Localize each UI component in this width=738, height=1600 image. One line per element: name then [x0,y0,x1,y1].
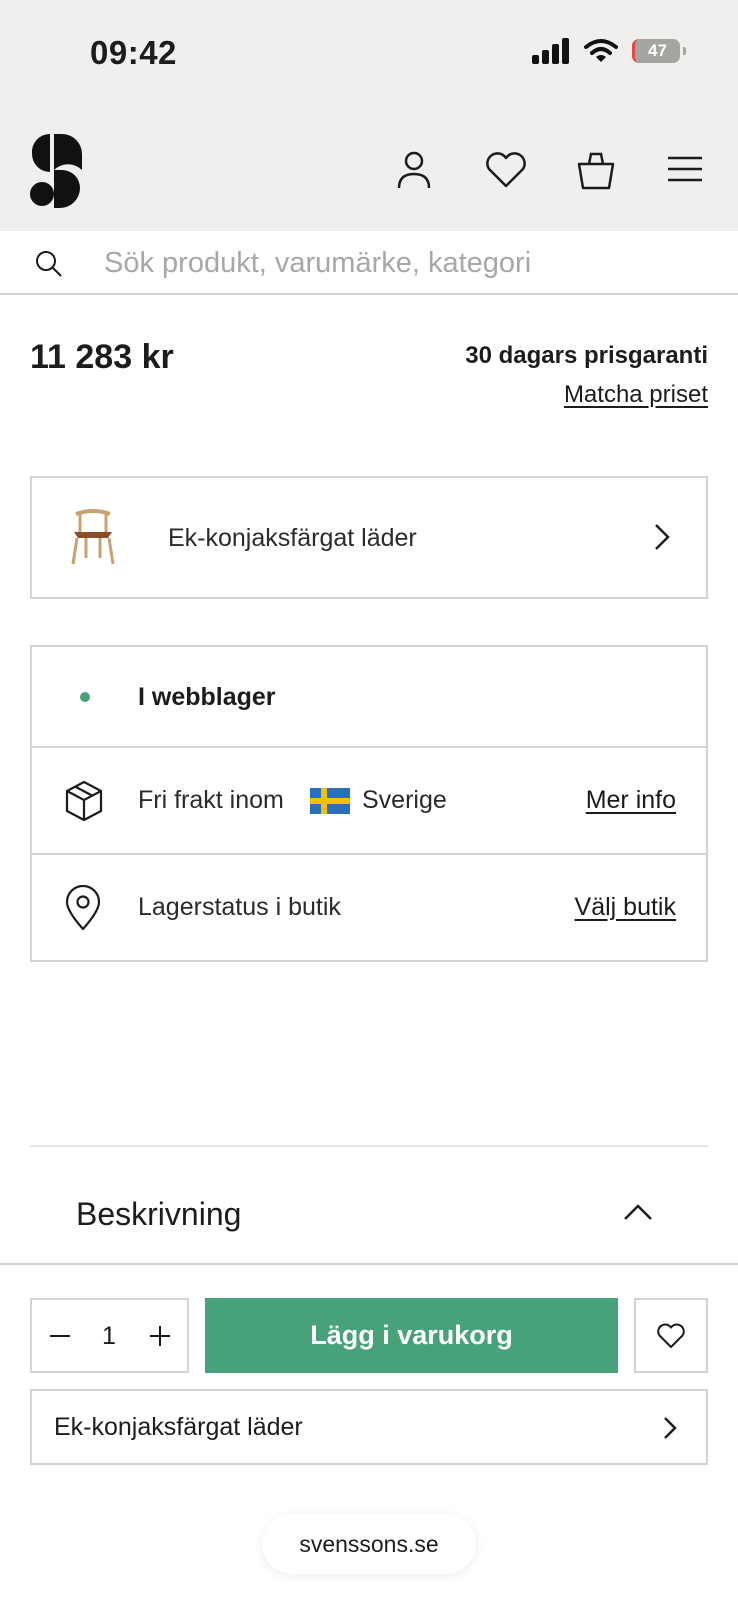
chevron-right-icon [655,524,670,550]
search-input[interactable] [104,243,704,283]
status-icons: 47 [532,38,686,64]
status-time: 09:42 [90,34,177,71]
divider [30,1145,708,1147]
quantity-stepper: 1 [30,1298,189,1373]
variant-label: Ek-konjaksfärgat läder [168,524,417,552]
chair-thumbnail [71,509,115,565]
choose-store-link[interactable]: Välj butik [575,893,676,922]
location-pin-icon [65,885,101,931]
sweden-flag-icon [310,788,350,814]
bag-icon[interactable] [576,150,616,190]
search-bar [0,231,738,295]
battery-level: 47 [648,41,667,60]
favorite-button[interactable] [634,1298,708,1373]
package-icon [65,780,103,822]
stock-status-dot [80,692,90,702]
more-info-link[interactable]: Mer info [586,786,676,815]
store-stock-text: Lagerstatus i butik [138,893,341,921]
site-header [0,110,738,231]
heart-icon [657,1323,685,1348]
stock-status: I webblager [138,683,276,711]
quantity-value[interactable]: 1 [92,1322,126,1351]
price-guarantee: 30 dagars prisgaranti [465,342,708,369]
signal-icon [532,38,569,64]
menu-icon[interactable] [666,150,704,190]
logo-icon[interactable] [28,132,84,208]
chevron-right-icon [664,1417,677,1439]
variant-selector-bottom[interactable]: Ek-konjaksfärgat läder [30,1389,708,1465]
url-text: svenssons.se [299,1530,439,1557]
minus-icon[interactable] [46,1322,74,1350]
variant-label: Ek-konjaksfärgat läder [54,1413,303,1441]
store-stock-row: Lagerstatus i butik Välj butik [32,855,706,960]
product-price: 11 283 kr [30,338,174,376]
shipping-row: Fri frakt inom Sverige Mer info [32,748,706,855]
wifi-icon [584,39,618,62]
availability-box: I webblager Fri frakt inom Sverige Mer i… [30,645,708,962]
search-icon [36,251,62,277]
status-bar: 09:42 47 [0,0,738,110]
browser-url-bar[interactable]: svenssons.se [262,1514,476,1574]
stock-row: I webblager [32,647,706,748]
chevron-up-icon[interactable] [622,1202,654,1222]
match-price-link[interactable]: Matcha priset [564,381,708,409]
shipping-country: Sverige [362,786,447,814]
battery-icon: 47 [632,39,686,63]
heart-icon[interactable] [484,150,528,190]
plus-icon[interactable] [146,1322,174,1350]
variant-selector[interactable]: Ek-konjaksfärgat läder [30,476,708,599]
description-header[interactable]: Beskrivning [76,1196,241,1233]
account-icon[interactable] [394,150,434,190]
shipping-text: Fri frakt inom [138,786,284,814]
add-to-cart-button[interactable]: Lägg i varukorg [205,1298,618,1373]
